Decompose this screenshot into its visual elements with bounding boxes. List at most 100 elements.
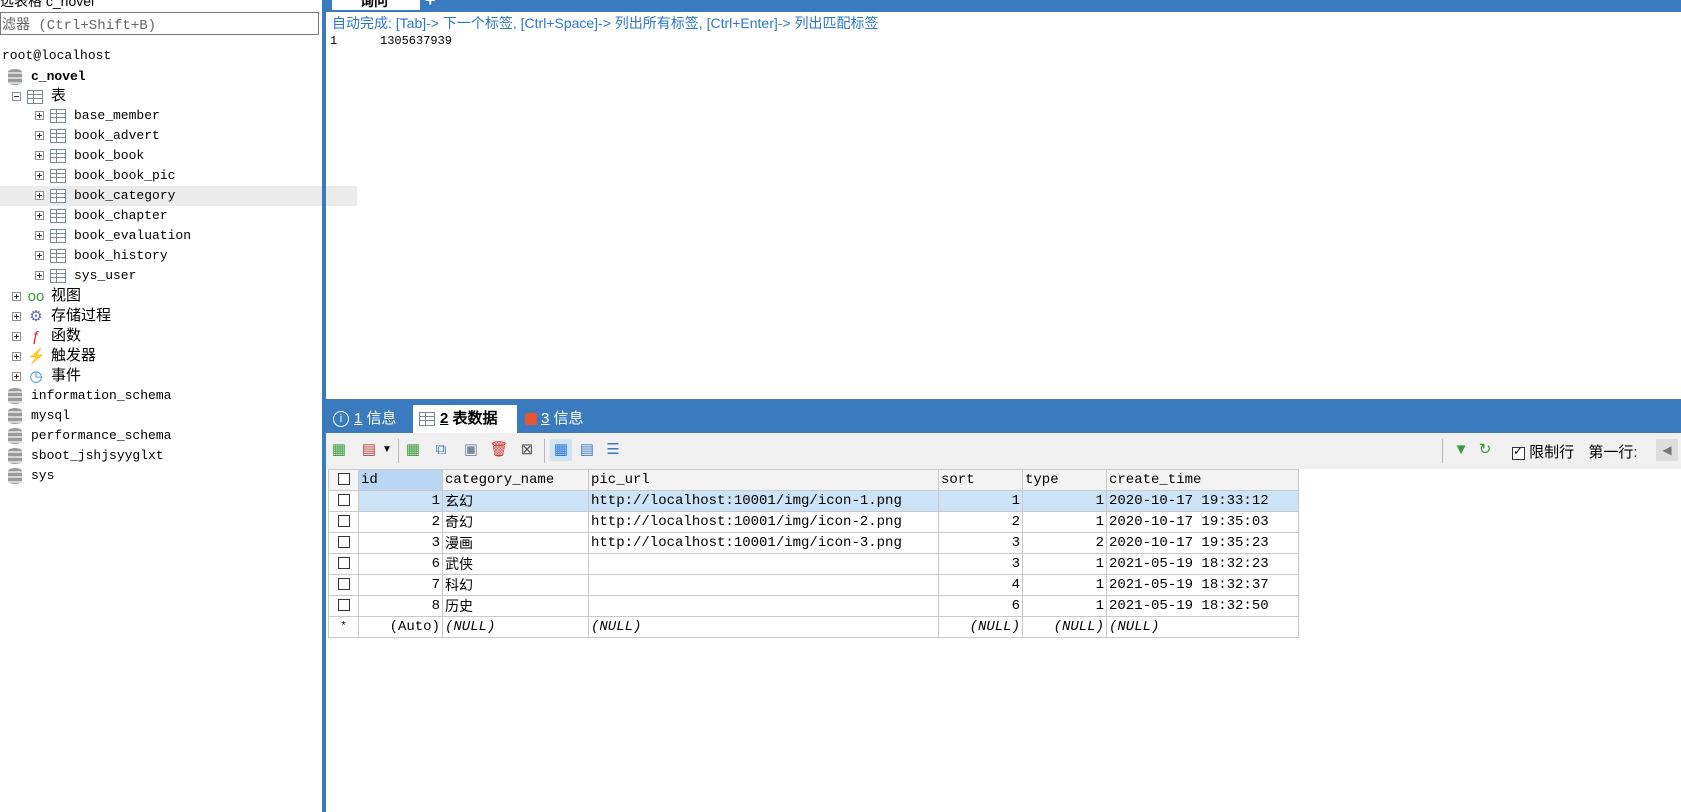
folder-node[interactable]: ◷ 事件	[12, 366, 81, 386]
expand-icon[interactable]	[35, 171, 44, 181]
table-row[interactable]: 1 玄幻 http://localhost:10001/img/icon-1.png…	[328, 490, 1299, 512]
cell-sort[interactable]: 2	[938, 511, 1023, 533]
cell-id[interactable]: 7	[358, 574, 443, 596]
add-row-icon[interactable]: ▦	[402, 439, 424, 461]
select-all-checkbox[interactable]	[328, 469, 359, 491]
column-header-pic-url[interactable]: pic_url	[588, 469, 939, 491]
folder-node[interactable]: oo 视图	[12, 286, 81, 306]
table-node[interactable]: book_evaluation	[35, 226, 191, 246]
tab-query[interactable]: 询问	[332, 0, 420, 10]
expand-icon[interactable]	[12, 312, 21, 322]
cell-type[interactable]: 2	[1022, 532, 1107, 554]
form-view-icon[interactable]: ▤	[576, 439, 598, 461]
cell-sort[interactable]: 3	[938, 532, 1023, 554]
new-row-cell[interactable]: (NULL)	[938, 616, 1023, 638]
database-node-c-novel[interactable]: c_novel	[8, 66, 86, 86]
cell-create-time[interactable]: 2021-05-19 18:32:50	[1106, 595, 1299, 617]
refresh-icon[interactable]: ↻	[1474, 439, 1496, 461]
folder-node[interactable]: ƒ 函数	[12, 326, 81, 346]
column-header-id[interactable]: id	[358, 469, 443, 491]
cell-sort[interactable]: 6	[938, 595, 1023, 617]
cell-create-time[interactable]: 2020-10-17 19:35:03	[1106, 511, 1299, 533]
cell-pic-url[interactable]: http://localhost:10001/img/icon-2.png	[588, 511, 939, 533]
row-checkbox[interactable]	[328, 532, 359, 554]
cell-type[interactable]: 1	[1022, 595, 1107, 617]
cell-id[interactable]: 6	[358, 553, 443, 575]
expand-icon[interactable]	[35, 191, 44, 201]
expand-icon[interactable]	[35, 111, 44, 121]
collapse-icon[interactable]	[12, 92, 21, 102]
table-row[interactable]: 6 武侠 3 1 2021-05-19 18:32:23	[328, 553, 1299, 575]
cell-create-time[interactable]: 2020-10-17 19:35:23	[1106, 532, 1299, 554]
expand-icon[interactable]	[35, 211, 44, 221]
tab-info-3[interactable]: 3 信息	[525, 405, 595, 433]
row-checkbox[interactable]	[328, 595, 359, 617]
table-row[interactable]: 8 历史 6 1 2021-05-19 18:32:50	[328, 595, 1299, 617]
new-row-cell[interactable]: (NULL)	[1106, 616, 1299, 638]
table-node[interactable]: book_advert	[35, 126, 160, 146]
cell-type[interactable]: 1	[1022, 553, 1107, 575]
delete-icon[interactable]: 🗑	[488, 439, 510, 461]
column-header-category-name[interactable]: category_name	[442, 469, 589, 491]
cell-category-name[interactable]: 奇幻	[442, 511, 589, 533]
tab-table-data[interactable]: 2 表数据	[413, 405, 517, 433]
editor-line[interactable]: 1 1305637939	[330, 34, 452, 48]
database-node[interactable]: mysql	[8, 406, 70, 426]
filter-input[interactable]: 滤器 (Ctrl+Shift+B)	[0, 12, 319, 35]
expand-icon[interactable]	[12, 332, 21, 342]
folder-node[interactable]: ⚡ 触发器	[12, 346, 96, 366]
cancel-changes-icon[interactable]: ⊠	[516, 439, 538, 461]
table-node[interactable]: base_member	[35, 106, 160, 126]
table-node[interactable]: book_book_pic	[35, 166, 175, 186]
connection-node[interactable]: root@localhost	[2, 46, 111, 66]
table-node[interactable]: book_category	[0, 186, 357, 206]
cell-create-time[interactable]: 2021-05-19 18:32:37	[1106, 574, 1299, 596]
cell-create-time[interactable]: 2020-10-17 19:33:12	[1106, 490, 1299, 512]
database-node[interactable]: performance_schema	[8, 426, 171, 446]
row-checkbox[interactable]	[328, 490, 359, 512]
new-row-cell[interactable]: (NULL)	[442, 616, 589, 638]
cell-sort[interactable]: 1	[938, 490, 1023, 512]
expand-icon[interactable]	[12, 352, 21, 362]
expand-icon[interactable]	[35, 151, 44, 161]
tab-info-1[interactable]: i1 信息	[333, 405, 413, 433]
table-node[interactable]: book_history	[35, 246, 168, 266]
folder-node[interactable]: ⚙ 存储过程	[12, 306, 111, 326]
database-node[interactable]: information_schema	[8, 386, 171, 406]
dropdown-arrow-icon[interactable]: ▼	[376, 439, 398, 461]
new-row-cell[interactable]: (Auto)	[358, 616, 443, 638]
cell-id[interactable]: 2	[358, 511, 443, 533]
table-row[interactable]: 7 科幻 4 1 2021-05-19 18:32:37	[328, 574, 1299, 596]
expand-icon[interactable]	[12, 292, 21, 302]
column-header-type[interactable]: type	[1022, 469, 1107, 491]
cell-category-name[interactable]: 玄幻	[442, 490, 589, 512]
tables-folder[interactable]: 表	[12, 86, 66, 106]
duplicate-row-icon[interactable]: ⧉	[430, 439, 452, 461]
table-node[interactable]: book_chapter	[35, 206, 168, 226]
new-row[interactable]: * (Auto) (NULL) (NULL) (NULL) (NULL) (NULL)	[328, 616, 1299, 638]
column-header-sort[interactable]: sort	[938, 469, 1023, 491]
expand-icon[interactable]	[12, 372, 21, 382]
grid-view-icon[interactable]: ▦	[550, 439, 572, 461]
prev-page-icon[interactable]: ◀	[1656, 439, 1678, 461]
table-row[interactable]: 2 奇幻 http://localhost:10001/img/icon-2.png…	[328, 511, 1299, 533]
expand-icon[interactable]	[35, 131, 44, 141]
text-view-icon[interactable]: ☰	[602, 439, 624, 461]
cell-sort[interactable]: 3	[938, 553, 1023, 575]
cell-pic-url[interactable]: http://localhost:10001/img/icon-3.png	[588, 532, 939, 554]
row-checkbox[interactable]	[328, 574, 359, 596]
expand-icon[interactable]	[35, 231, 44, 241]
limit-rows-checkbox[interactable]	[1512, 444, 1525, 460]
cell-pic-url[interactable]	[588, 595, 939, 617]
cell-sort[interactable]: 4	[938, 574, 1023, 596]
database-node[interactable]: sboot_jshjsyyglxt	[8, 446, 164, 466]
cell-type[interactable]: 1	[1022, 490, 1107, 512]
cell-type[interactable]: 1	[1022, 574, 1107, 596]
table-node[interactable]: book_book	[35, 146, 144, 166]
table-node[interactable]: sys_user	[35, 266, 136, 286]
cell-pic-url[interactable]: http://localhost:10001/img/icon-1.png	[588, 490, 939, 512]
cell-type[interactable]: 1	[1022, 511, 1107, 533]
row-checkbox[interactable]	[328, 553, 359, 575]
cell-id[interactable]: 1	[358, 490, 443, 512]
save-icon[interactable]: ▣	[460, 439, 482, 461]
